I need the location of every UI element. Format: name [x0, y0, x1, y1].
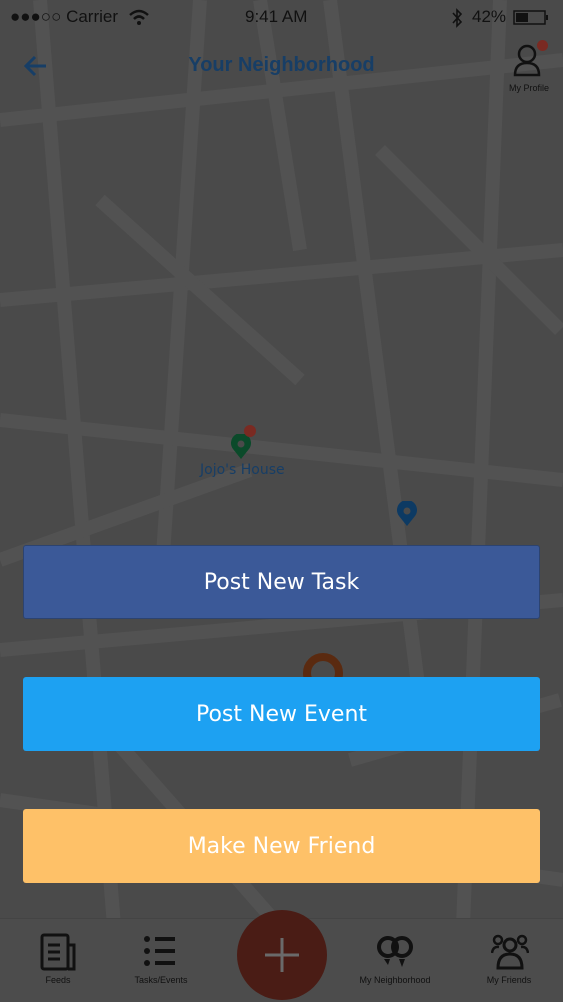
tab-tasks-events[interactable]: Tasks/Events: [106, 919, 216, 1002]
tab-label: Feeds: [45, 975, 71, 985]
my-profile-button[interactable]: My Profile: [504, 40, 554, 95]
top-nav: Your Neighborhood My Profile: [0, 40, 563, 95]
tab-feeds[interactable]: Feeds: [3, 919, 113, 1002]
clock-text: 9:41 AM: [245, 7, 308, 26]
make-new-friend-button[interactable]: Make New Friend: [23, 809, 540, 883]
page-title: Your Neighborhood: [188, 54, 375, 76]
plus-icon: [265, 938, 299, 972]
tab-label: My Neighborhood: [359, 975, 431, 985]
tab-my-neighborhood[interactable]: My Neighborhood: [340, 919, 450, 1002]
battery-percent: 42%: [472, 7, 507, 26]
wifi-icon: [129, 9, 149, 25]
location-pin-icon[interactable]: [396, 501, 418, 527]
tab-my-friends[interactable]: My Friends: [454, 919, 563, 1002]
people-icon: [491, 934, 529, 970]
house-pin-icon[interactable]: [230, 434, 252, 460]
tab-label: Tasks/Events: [134, 975, 188, 985]
pin-label: Jojo's House: [200, 462, 285, 478]
tab-label: My Friends: [486, 975, 532, 985]
post-new-task-button[interactable]: Post New Task: [23, 545, 540, 619]
post-new-event-button[interactable]: Post New Event: [23, 677, 540, 751]
newspaper-icon: [40, 933, 76, 971]
bluetooth-icon: [452, 8, 463, 28]
add-button[interactable]: [237, 910, 327, 1000]
list-icon: [144, 936, 175, 966]
battery-icon: [513, 10, 548, 25]
carrier-text: ●●●○○ Carrier: [10, 7, 119, 26]
notification-dot: [537, 40, 548, 51]
pin-notification-dot: [244, 425, 256, 437]
profile-label: My Profile: [508, 83, 549, 93]
status-bar: ●●●○○ Carrier 9:41 AM 42%: [0, 0, 563, 36]
pins-icon: [377, 936, 413, 967]
